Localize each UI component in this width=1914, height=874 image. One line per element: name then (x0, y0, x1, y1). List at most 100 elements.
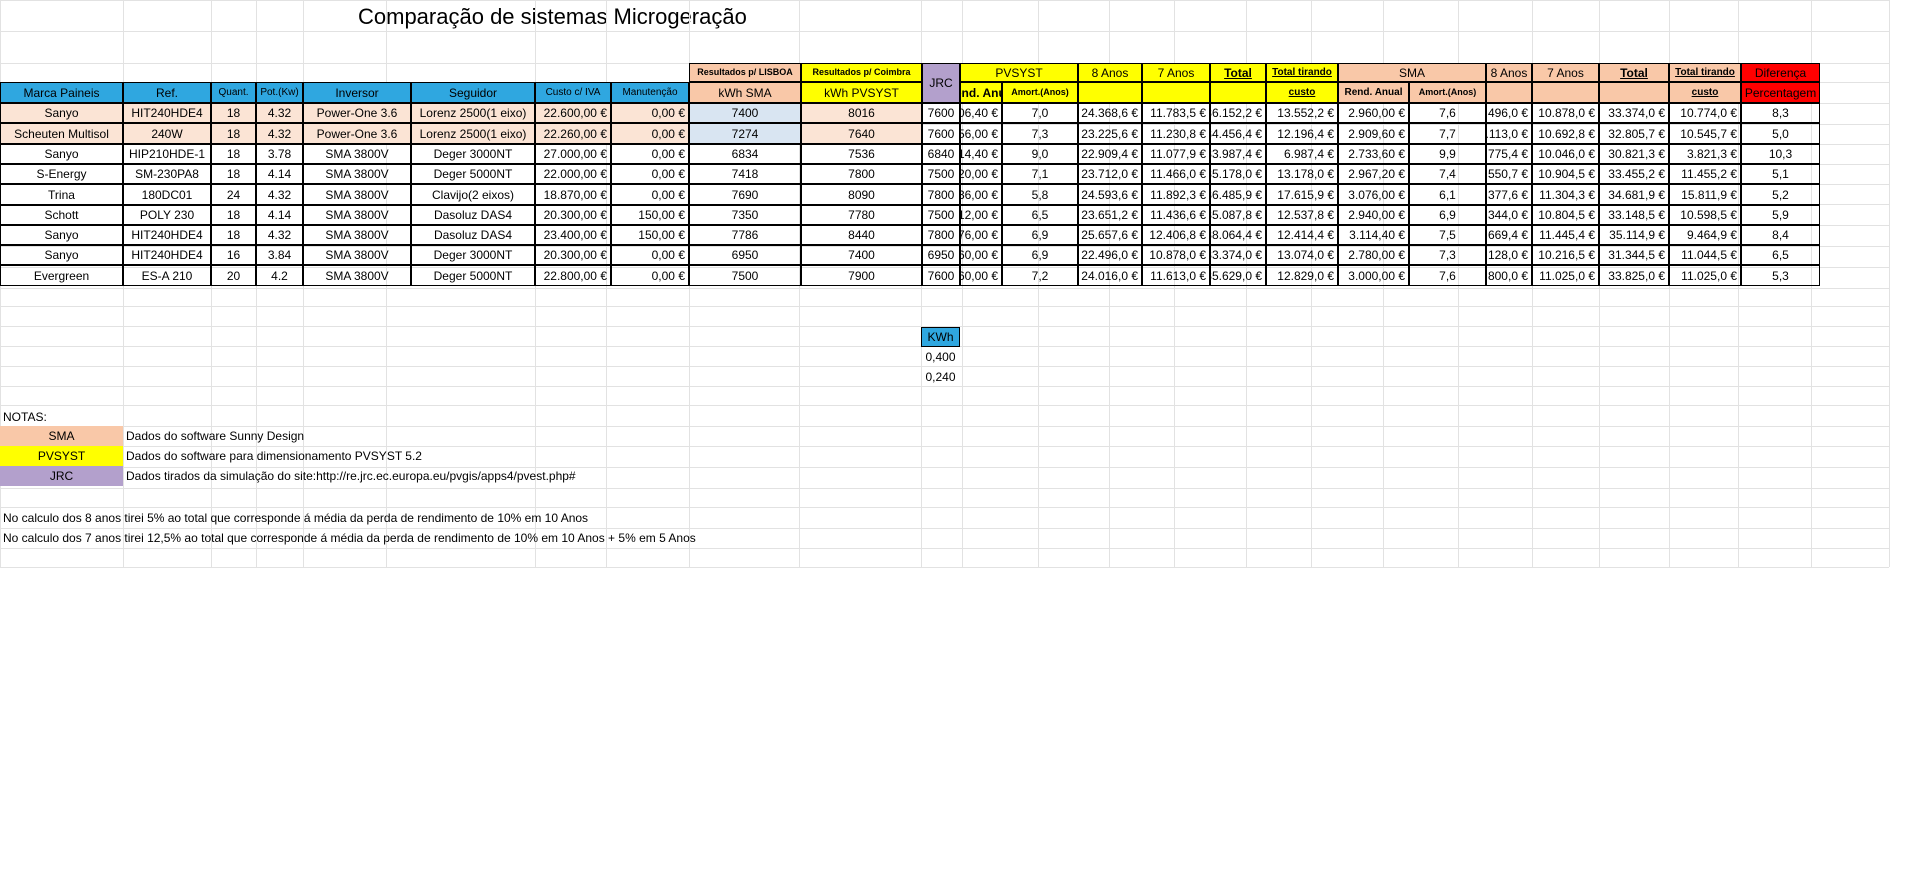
table-cell[interactable]: 7800 (801, 164, 922, 184)
table-cell[interactable]: SM-230PA8 (123, 164, 211, 184)
table-cell[interactable]: 5,9 (1741, 205, 1820, 225)
table-cell[interactable]: 24 (211, 184, 256, 205)
table-cell[interactable]: 4.2 (256, 265, 303, 286)
header-total-pvsyst[interactable]: Total (1210, 63, 1266, 82)
table-cell[interactable]: 18 (211, 103, 256, 123)
table-cell[interactable]: 27.000,00 € (535, 144, 611, 164)
table-cell[interactable]: 16 (211, 245, 256, 265)
table-cell[interactable]: 3.120,00 € (960, 164, 1002, 184)
table-cell[interactable]: 7536 (801, 144, 922, 164)
table-cell[interactable]: 7,7 (1409, 123, 1486, 144)
table-cell[interactable]: 8,4 (1741, 225, 1820, 245)
table-cell[interactable]: 23.400,00 € (535, 225, 611, 245)
kwh-value[interactable]: 0,240 (921, 367, 960, 387)
table-cell[interactable]: 7,6 (1409, 103, 1486, 123)
kwh-header[interactable]: KWh (921, 327, 960, 347)
header-amort-sma[interactable]: Amort.(Anos) (1409, 82, 1486, 103)
table-cell[interactable]: 10.804,5 € (1532, 205, 1599, 225)
table-cell[interactable]: 5,2 (1741, 184, 1820, 205)
table-cell[interactable]: 7418 (689, 164, 801, 184)
table-cell[interactable]: 7600 (922, 123, 960, 144)
table-cell[interactable]: 7,4 (1409, 164, 1486, 184)
table-cell[interactable]: 35.087,8 € (1210, 205, 1266, 225)
table-cell[interactable]: 23.225,6 € (1078, 123, 1142, 144)
table-cell[interactable]: 7690 (689, 184, 801, 205)
table-cell[interactable]: Deger 5000NT (411, 164, 535, 184)
table-cell[interactable]: SMA 3800V (303, 245, 411, 265)
table-cell[interactable]: 12.829,0 € (1266, 265, 1338, 286)
table-cell[interactable]: 4.32 (256, 123, 303, 144)
table-cell[interactable]: 7,6 (1409, 265, 1486, 286)
table-cell[interactable]: 7,3 (1409, 245, 1486, 265)
header-blank[interactable] (1599, 82, 1669, 103)
table-cell[interactable]: 4.32 (256, 184, 303, 205)
table-cell[interactable]: 180DC01 (123, 184, 211, 205)
table-cell[interactable]: 8,3 (1741, 103, 1820, 123)
table-cell[interactable]: 22.496,0 € (1486, 103, 1532, 123)
table-cell[interactable]: 22.344,0 € (1486, 205, 1532, 225)
table-cell[interactable]: 10.878,0 € (1142, 245, 1210, 265)
table-cell[interactable]: 33.825,0 € (1599, 265, 1669, 286)
table-cell[interactable]: 7500 (689, 265, 801, 286)
table-cell[interactable]: 11.466,0 € (1142, 164, 1210, 184)
table-cell[interactable]: 3.112,00 € (960, 205, 1002, 225)
table-cell[interactable]: 11.445,4 € (1532, 225, 1599, 245)
table-cell[interactable]: 3.014,40 € (960, 144, 1002, 164)
table-cell[interactable]: Sanyo (0, 144, 123, 164)
header-blank[interactable] (1210, 82, 1266, 103)
table-cell[interactable]: 13.552,2 € (1266, 103, 1338, 123)
table-cell[interactable]: 8090 (801, 184, 922, 205)
table-cell[interactable]: 20 (211, 265, 256, 286)
header-kwh-pvsyst[interactable]: kWh PVSYST (801, 82, 922, 103)
table-cell[interactable]: 7500 (922, 205, 960, 225)
table-cell[interactable]: 3.114,40 € (1338, 225, 1409, 245)
table-cell[interactable]: 11.892,3 € (1142, 184, 1210, 205)
table-cell[interactable]: 10.216,5 € (1532, 245, 1599, 265)
table-cell[interactable]: 33.374,0 € (1210, 245, 1266, 265)
table-cell[interactable]: 7,5 (1409, 225, 1486, 245)
table-cell[interactable]: 35.629,0 € (1210, 265, 1266, 286)
table-cell[interactable]: 24.368,6 € (1078, 103, 1142, 123)
table-cell[interactable]: Dasoluz DAS4 (411, 225, 535, 245)
table-cell[interactable]: 30.821,3 € (1599, 144, 1669, 164)
header-rend-anual-sma[interactable]: Rend. Anual (1338, 82, 1409, 103)
header-manutencao[interactable]: Manutenção (611, 82, 689, 103)
table-cell[interactable]: 22.550,7 € (1486, 164, 1532, 184)
table-cell[interactable]: HIT240HDE4 (123, 103, 211, 123)
table-cell[interactable]: 32.805,7 € (1599, 123, 1669, 144)
table-cell[interactable]: 3.78 (256, 144, 303, 164)
table-cell[interactable]: 11.613,0 € (1142, 265, 1210, 286)
table-cell[interactable]: 4.32 (256, 103, 303, 123)
table-cell[interactable]: 3.821,3 € (1669, 144, 1741, 164)
table-cell[interactable]: 36.485,9 € (1210, 184, 1266, 205)
table-cell[interactable]: ES-A 210 (123, 265, 211, 286)
table-cell[interactable]: 36.152,2 € (1210, 103, 1266, 123)
header-lisboa[interactable]: Resultados p/ LISBOA (689, 63, 801, 82)
table-cell[interactable]: 33.987,4 € (1210, 144, 1266, 164)
table-cell[interactable]: S-Energy (0, 164, 123, 184)
table-cell[interactable]: 18 (211, 123, 256, 144)
table-cell[interactable]: 5,3 (1741, 265, 1820, 286)
table-cell[interactable]: 7,0 (1002, 103, 1078, 123)
table-cell[interactable]: 33.455,2 € (1599, 164, 1669, 184)
table-cell[interactable]: 11.044,5 € (1669, 245, 1741, 265)
header-percentagem[interactable]: Percentagem (1741, 82, 1820, 103)
table-cell[interactable]: 5,8 (1002, 184, 1078, 205)
table-cell[interactable]: 22.496,0 € (1078, 245, 1142, 265)
table-cell[interactable]: 23.377,6 € (1486, 184, 1532, 205)
table-cell[interactable]: 24.593,6 € (1078, 184, 1142, 205)
legend-tag[interactable]: JRC (0, 466, 123, 486)
table-cell[interactable]: 12.537,8 € (1266, 205, 1338, 225)
table-cell[interactable]: Schott (0, 205, 123, 225)
table-cell[interactable]: 22.113,0 € (1486, 123, 1532, 144)
table-cell[interactable]: 6,9 (1002, 245, 1078, 265)
table-cell[interactable]: 2.960,00 € (1338, 103, 1409, 123)
header-quant[interactable]: Quant. (211, 82, 256, 103)
header-7anos-pvsyst[interactable]: 7 Anos (1142, 63, 1210, 82)
table-cell[interactable]: 22.000,00 € (535, 164, 611, 184)
table-cell[interactable]: 7500 (922, 164, 960, 184)
table-cell[interactable]: 8016 (801, 103, 922, 123)
table-cell[interactable]: 9,0 (1002, 144, 1078, 164)
table-cell[interactable]: 6,9 (1409, 205, 1486, 225)
table-cell[interactable]: 11.025,0 € (1532, 265, 1599, 286)
